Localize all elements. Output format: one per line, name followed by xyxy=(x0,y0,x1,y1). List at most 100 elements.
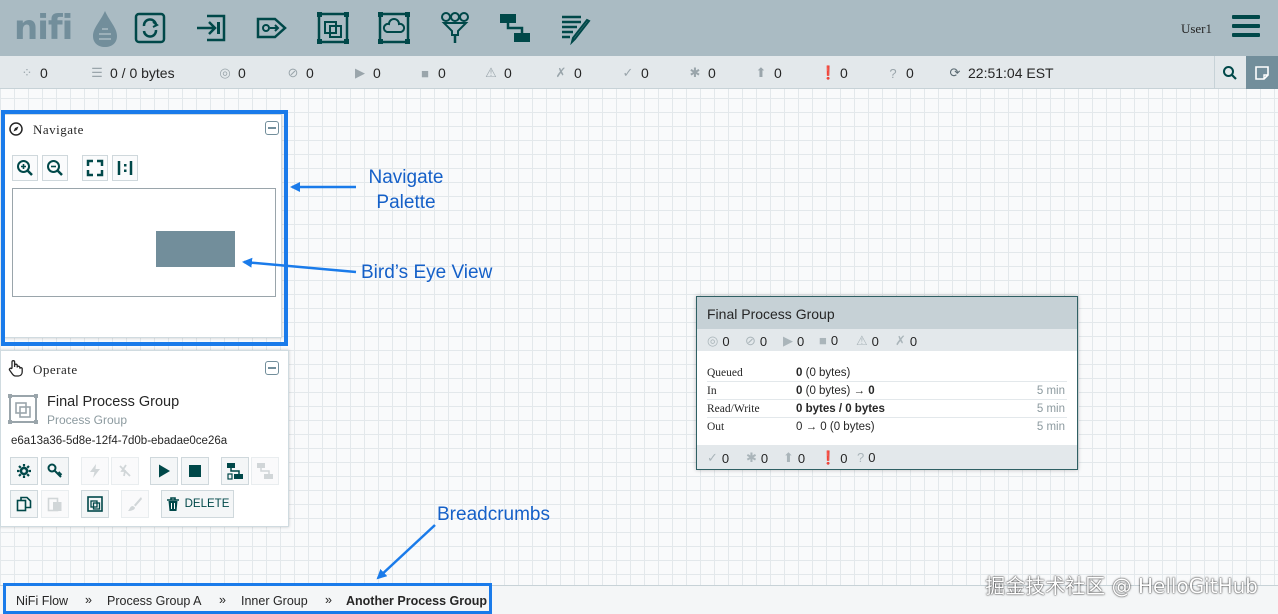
last-refreshed-time: 22:51:04 EST xyxy=(968,65,1054,81)
create-template-button[interactable] xyxy=(221,457,249,485)
bulletin-board-button[interactable] xyxy=(1246,56,1278,89)
funnel-icon[interactable] xyxy=(437,10,473,46)
check-icon: ✓ xyxy=(707,450,718,465)
operate-panel: Operate Final Process Group Process Grou… xyxy=(0,350,289,527)
paintbrush-icon xyxy=(128,497,142,511)
template-icon[interactable] xyxy=(497,10,533,46)
process-group-icon xyxy=(8,394,38,424)
queue-list-icon: ☰ xyxy=(91,65,103,80)
hand-pointer-icon xyxy=(8,360,23,377)
refresh-icon[interactable]: ⟳ xyxy=(948,65,962,81)
pg-disabled-stat: ✗ 0 xyxy=(895,333,918,349)
start-button[interactable] xyxy=(150,457,178,485)
delete-label: DELETE xyxy=(184,498,230,510)
group-icon xyxy=(87,496,103,512)
refresh-stat[interactable]: ⟳ 22:51:04 EST xyxy=(948,65,1054,81)
not-transmitting-icon: ⊘ xyxy=(287,65,299,80)
output-port-icon[interactable] xyxy=(255,10,291,46)
lightning-icon xyxy=(90,464,100,478)
not-transmitting-icon: ⊘ xyxy=(745,333,756,348)
invalid-stat: ⚠ 0 xyxy=(485,65,512,81)
stop-icon: ■ xyxy=(421,65,429,81)
play-icon: ▶ xyxy=(355,65,365,80)
exclamation-circle-icon: ❗ xyxy=(820,65,837,80)
current-user[interactable]: User1 xyxy=(1181,21,1212,37)
configure-button[interactable] xyxy=(10,457,38,485)
process-group-final[interactable]: Final Process Group ◎ 0 ⊘ 0 ▶ 0 ■ 0 ⚠ 0 ✗ 0 Qu… xyxy=(696,296,1078,470)
breadcrumbs-annotation: Breadcrumbs xyxy=(437,504,550,525)
question-icon: ? xyxy=(857,450,865,465)
input-port-icon[interactable] xyxy=(193,10,229,46)
stopped-stat: ■ 0 xyxy=(418,65,446,81)
pg-stale-stat: ⬆ 0 xyxy=(783,450,806,466)
operate-title: Operate xyxy=(33,362,78,377)
navigate-palette-annotation: Navigate Palette xyxy=(356,165,456,215)
exclamation-circle-icon: ❗ xyxy=(820,450,837,465)
queued-stat: ☰ 0 / 0 bytes xyxy=(91,65,175,81)
header: nifi User1 xyxy=(0,0,1278,56)
navigate-highlight-box xyxy=(1,110,288,346)
disabled-icon: ✗ xyxy=(895,333,906,348)
change-color-button[interactable] xyxy=(121,490,149,518)
search-icon xyxy=(1222,65,1237,80)
remote-process-group-icon[interactable] xyxy=(376,10,412,46)
check-icon: ✓ xyxy=(622,65,634,80)
transmitting-icon: ◎ xyxy=(219,65,231,80)
delete-button[interactable]: DELETE xyxy=(161,490,234,518)
navigate-annotation-line2: Palette xyxy=(376,192,436,213)
up-to-date-stat: ✓ 0 xyxy=(622,65,649,81)
asterisk-icon: ✱ xyxy=(746,450,757,465)
sync-failure-stat: ❗ 0 xyxy=(820,65,848,81)
pg-out-row: Out 0 → 0 (0 bytes) 5 min xyxy=(707,421,1065,433)
paste-icon xyxy=(47,497,62,512)
selected-component-name: Final Process Group xyxy=(47,394,180,410)
birds-eye-annotation: Bird’s Eye View xyxy=(361,262,493,283)
pg-queued-row: Queued 0 (0 bytes) xyxy=(707,364,1067,382)
play-icon xyxy=(159,464,170,478)
running-stat: ▶ 0 xyxy=(355,65,381,81)
disabled-stat: ✗ 0 xyxy=(555,65,582,81)
stale-stat: ⬆ 0 xyxy=(755,65,782,81)
global-menu-button[interactable] xyxy=(1232,15,1260,41)
disable-button[interactable] xyxy=(111,457,139,485)
arrow-up-circle-icon: ⬆ xyxy=(755,65,767,80)
process-group-icon[interactable] xyxy=(315,10,351,46)
active-threads-stat: ⁘ 0 xyxy=(21,65,48,81)
pg-invalid-stat: ⚠ 0 xyxy=(856,333,879,349)
key-icon xyxy=(47,463,63,478)
arrow-up-circle-icon: ⬆ xyxy=(783,450,794,465)
label-icon[interactable] xyxy=(558,10,594,46)
paste-button[interactable] xyxy=(41,490,69,518)
asterisk-icon: ✱ xyxy=(689,65,701,80)
threads-icon: ⁘ xyxy=(21,65,33,80)
warning-icon: ⚠ xyxy=(485,65,497,80)
enable-button[interactable] xyxy=(81,457,109,485)
locally-modified-stat: ✱ 0 xyxy=(689,65,716,81)
pg-locally-modified-stat: ✱ 0 xyxy=(746,450,769,466)
group-button[interactable] xyxy=(81,490,109,518)
sticky-note-icon xyxy=(1255,65,1269,80)
nifi-drop-icon xyxy=(93,11,117,47)
selected-component-type: Process Group xyxy=(47,413,128,427)
copy-button[interactable] xyxy=(10,490,38,518)
pg-not-transmitting-stat: ⊘ 0 xyxy=(745,333,768,349)
operate-collapse-button[interactable] xyxy=(265,361,279,375)
watermark: 掘金技术社区 @ HelloGitHub xyxy=(985,574,1258,598)
pg-unknown-stat: ? 0 xyxy=(857,450,876,465)
process-group-name: Final Process Group xyxy=(707,306,835,322)
pg-sync-failure-stat: ❗ 0 xyxy=(820,450,848,466)
upload-template-button[interactable] xyxy=(251,457,279,485)
processor-icon[interactable] xyxy=(132,10,168,46)
logo-text: nifi xyxy=(14,8,73,48)
stop-button[interactable] xyxy=(181,457,209,485)
process-group-version-stats: ✓ 0 ✱ 0 ⬆ 0 ❗ 0 ? 0 xyxy=(697,445,1077,469)
search-button[interactable] xyxy=(1214,56,1244,89)
stop-icon: ■ xyxy=(819,333,827,348)
process-group-header: Final Process Group xyxy=(697,297,1077,329)
trash-icon xyxy=(166,496,179,511)
stop-icon xyxy=(189,465,201,477)
disabled-icon: ✗ xyxy=(555,65,567,80)
access-policies-button[interactable] xyxy=(41,457,69,485)
pg-stopped-stat: ■ 0 xyxy=(819,333,839,348)
question-icon: ? xyxy=(889,65,897,81)
